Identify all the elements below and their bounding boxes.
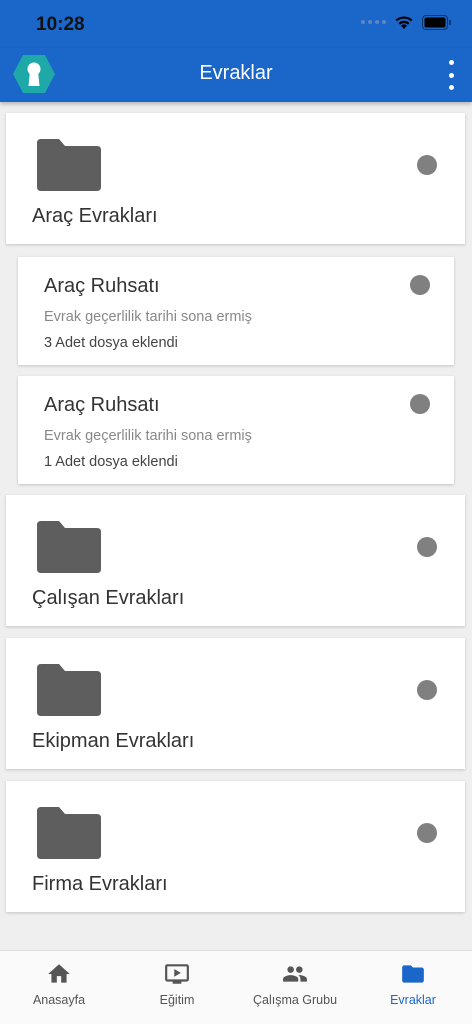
folder-card-calisan-evraklari[interactable]: Çalışan Evrakları [6, 495, 465, 626]
nav-item-egitim[interactable]: Eğitim [118, 951, 236, 1024]
app-bar: Evraklar [0, 48, 472, 102]
folder-icon [37, 807, 101, 859]
document-title: Araç Ruhsatı [44, 394, 160, 416]
status-bar: 10:28 [0, 0, 472, 48]
nav-label: Anasayfa [32, 993, 86, 1007]
folder-card-arac-evraklari[interactable]: Araç Evrakları [6, 113, 465, 244]
document-list: Araç Evrakları Araç Ruhsatı Evrak geçerl… [0, 102, 472, 950]
folder-label: Çalışan Evrakları [32, 587, 185, 609]
document-file-count: 3 Adet dosya eklendi [44, 335, 178, 351]
battery-icon [422, 14, 451, 30]
folder-label: Firma Evrakları [32, 873, 168, 895]
folder-label: Ekipman Evrakları [32, 730, 195, 752]
wifi-icon [395, 16, 413, 29]
folder-icon [37, 664, 101, 716]
folder-card-ekipman-evraklari[interactable]: Ekipman Evrakları [6, 638, 465, 769]
bottom-navigation: Anasayfa Eğitim Çalışma Grubu Evraklar [0, 950, 472, 1024]
nav-label: Eğitim [159, 993, 195, 1007]
nav-item-anasayfa[interactable]: Anasayfa [0, 951, 118, 1024]
document-status: Evrak geçerlilik tarihi sona ermiş [44, 428, 252, 444]
document-title: Araç Ruhsatı [44, 275, 160, 297]
status-time: 10:28 [36, 14, 85, 35]
status-dot [417, 823, 437, 843]
nav-label: Evraklar [390, 993, 436, 1007]
folder-label: Araç Evrakları [32, 205, 158, 227]
status-dot [410, 275, 430, 295]
video-play-icon [165, 964, 189, 984]
home-icon [48, 964, 70, 983]
nav-label: Çalışma Grubu [252, 993, 338, 1007]
document-card[interactable]: Araç Ruhsatı Evrak geçerlilik tarihi son… [18, 257, 454, 365]
signal-icon [361, 20, 386, 24]
status-dot [417, 680, 437, 700]
people-icon [283, 966, 307, 982]
status-icons [361, 14, 452, 30]
folder-icon [37, 139, 101, 191]
document-file-count: 1 Adet dosya eklendi [44, 454, 178, 470]
nav-item-calisma-grubu[interactable]: Çalışma Grubu [236, 951, 354, 1024]
nav-item-evraklar[interactable]: Evraklar [354, 951, 472, 1024]
status-dot [417, 537, 437, 557]
folder-icon [402, 965, 424, 983]
status-dot [417, 155, 437, 175]
document-card[interactable]: Araç Ruhsatı Evrak geçerlilik tarihi son… [18, 376, 454, 484]
status-dot [410, 394, 430, 414]
folder-icon [37, 521, 101, 573]
page-title: Evraklar [199, 62, 273, 84]
document-status: Evrak geçerlilik tarihi sona ermiş [44, 309, 252, 325]
more-vertical-icon[interactable] [444, 60, 458, 90]
folder-card-firma-evraklari[interactable]: Firma Evrakları [6, 781, 465, 912]
